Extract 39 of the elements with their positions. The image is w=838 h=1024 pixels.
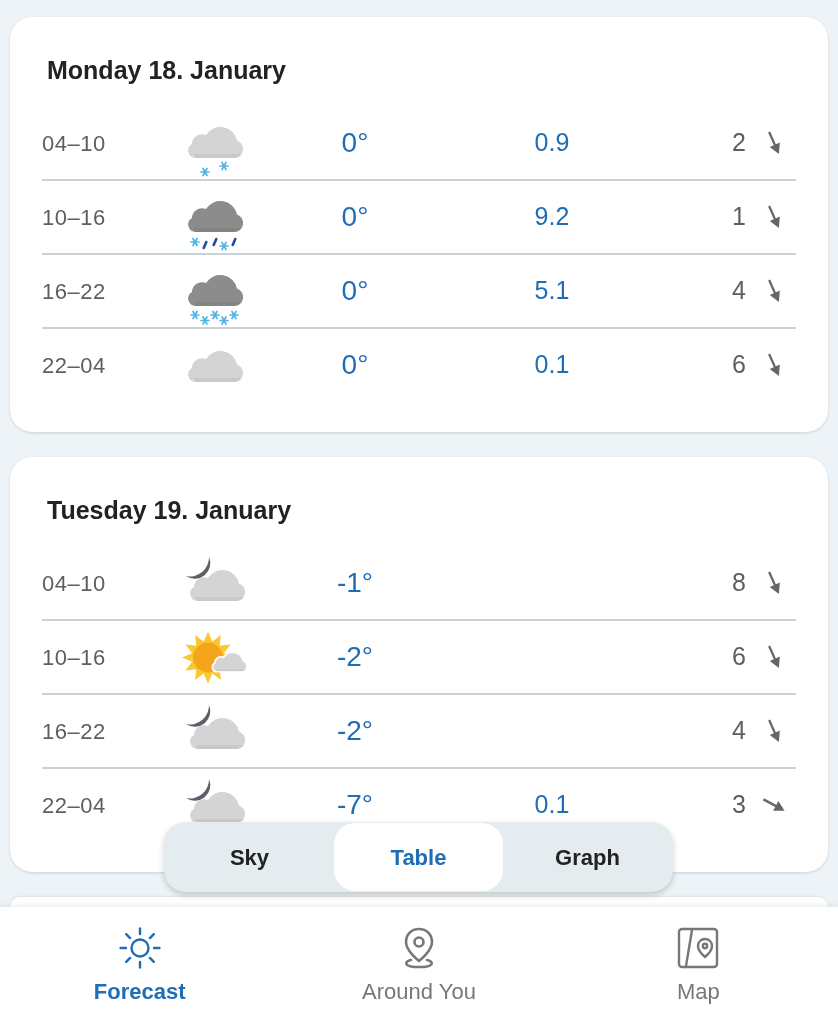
view-tab[interactable]: Table bbox=[334, 823, 503, 891]
wind-speed: 1 bbox=[732, 201, 746, 233]
temperature: 0° bbox=[341, 348, 369, 382]
precipitation: 0.1 bbox=[534, 349, 570, 381]
map-icon bbox=[677, 927, 720, 969]
period-time: 16–22 bbox=[42, 717, 106, 746]
day-title: Tuesday 19. January bbox=[46, 496, 293, 524]
nav-tab[interactable]: Forecast bbox=[0, 907, 280, 1024]
temperature: 0° bbox=[341, 126, 369, 160]
view-tab[interactable]: Graph bbox=[503, 823, 672, 891]
precipitation: 5.1 bbox=[534, 275, 570, 307]
wind-speed: 3 bbox=[732, 789, 746, 821]
wind-speed: 2 bbox=[732, 127, 746, 159]
temperature: 0° bbox=[341, 200, 369, 234]
precipitation: 0.9 bbox=[534, 127, 570, 159]
period-time: 10–16 bbox=[42, 203, 106, 232]
wind-speed: 8 bbox=[732, 567, 746, 599]
period-time: 04–10 bbox=[42, 129, 106, 158]
nav-tab[interactable]: Around You bbox=[279, 907, 559, 1024]
period-time: 16–22 bbox=[42, 277, 106, 306]
temperature: -1° bbox=[336, 566, 374, 600]
wind-speed: 6 bbox=[732, 349, 746, 381]
precipitation: 9.2 bbox=[534, 201, 570, 233]
day-title: Monday 18. January bbox=[46, 56, 287, 84]
precipitation: 0.1 bbox=[534, 789, 570, 821]
temperature: -7° bbox=[336, 788, 374, 822]
period-time: 04–10 bbox=[42, 569, 106, 598]
wind-speed: 4 bbox=[732, 275, 746, 307]
period-time: 10–16 bbox=[42, 643, 106, 672]
sun-icon bbox=[117, 926, 162, 970]
nav-tab[interactable]: Map bbox=[558, 907, 838, 1024]
wind-speed: 4 bbox=[732, 715, 746, 747]
wind-speed: 6 bbox=[732, 641, 746, 673]
temperature: 0° bbox=[341, 274, 369, 308]
view-tab[interactable]: Sky bbox=[165, 823, 334, 891]
temperature: -2° bbox=[336, 714, 374, 748]
temperature: -2° bbox=[336, 640, 374, 674]
period-time: 22–04 bbox=[42, 791, 106, 820]
period-time: 22–04 bbox=[42, 351, 106, 380]
